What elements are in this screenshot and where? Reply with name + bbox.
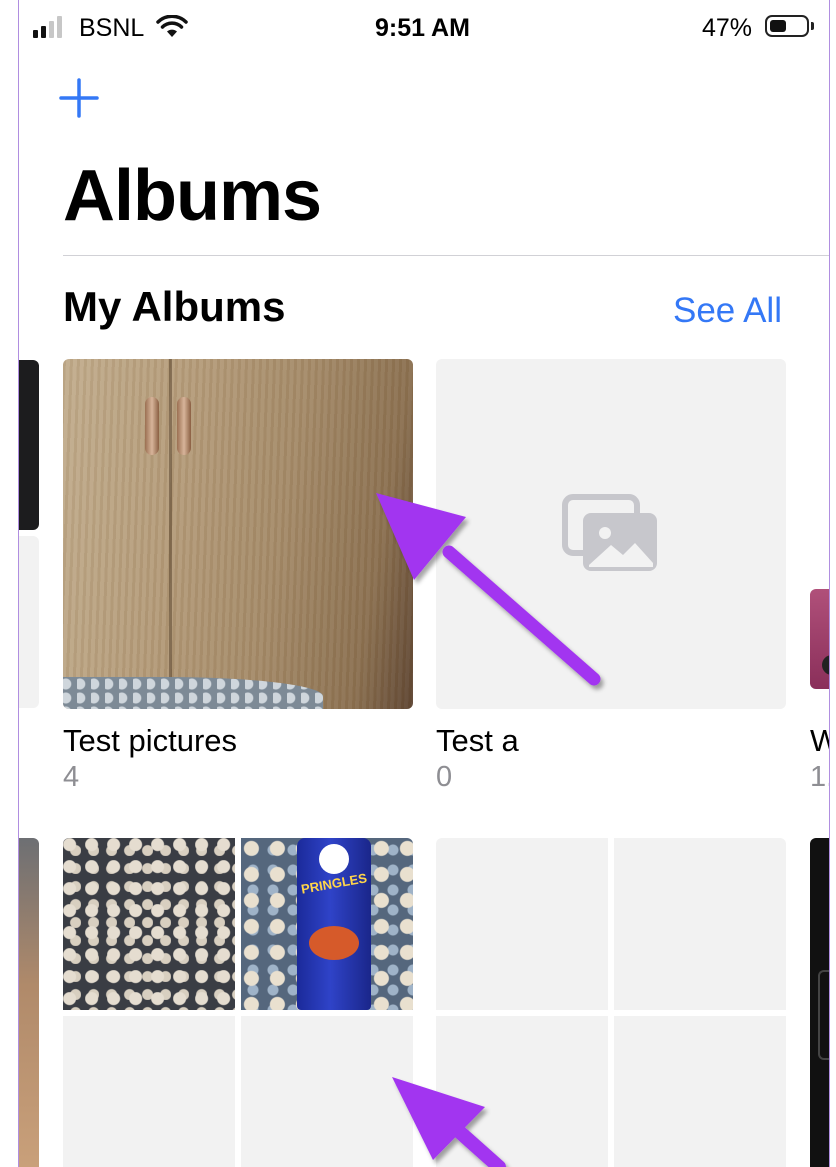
battery-percentage: 47% (702, 14, 753, 42)
grid-photo-1 (63, 838, 235, 1010)
album-count: 1, (810, 761, 829, 789)
grid-empty-1 (436, 838, 608, 1010)
floor-rug (63, 677, 323, 709)
album-card-row2-grid-a[interactable]: PRINGLES (63, 838, 413, 1167)
battery-nub (811, 22, 814, 30)
partial-album-thumbnail-left[interactable] (19, 360, 39, 530)
album-count: 0 (436, 761, 453, 793)
plus-icon[interactable] (59, 78, 99, 118)
see-all-link[interactable]: See All (673, 291, 782, 331)
grid-empty-4 (241, 1016, 413, 1167)
album-name: Test pictures (63, 723, 238, 758)
status-time: 9:51 AM (375, 14, 470, 42)
album-count: 4 (63, 761, 80, 793)
album-name: W (810, 723, 829, 759)
signal-icon (33, 16, 62, 38)
chips-can: PRINGLES (297, 838, 371, 1010)
photos-stack-icon (562, 494, 657, 571)
partial-album-thumbnail-left-row2[interactable] (19, 838, 39, 1167)
grid-photo-2: PRINGLES (241, 838, 413, 1010)
album-name: Test a (436, 723, 519, 758)
battery-icon (765, 15, 809, 37)
partial-album-thumbnail-right-row2[interactable] (810, 838, 829, 1167)
phone-screen: BSNL 9:51 AM 47% Albums My Albums See Al… (18, 0, 830, 1167)
grid-empty-2 (614, 838, 786, 1010)
carrier-name: BSNL (79, 14, 145, 42)
grid-empty-3 (63, 1016, 235, 1167)
divider (63, 255, 829, 256)
album-card-test-a[interactable]: Test a 0 (436, 359, 786, 793)
cabinet-seam (169, 359, 172, 709)
album-card-test-pictures[interactable]: Test pictures 4 (63, 359, 413, 793)
partial-album-thumbnail-left-empty (19, 536, 39, 708)
album-card-row2-grid-b[interactable] (436, 838, 786, 1167)
grid-empty-3 (436, 1016, 608, 1167)
status-bar: BSNL 9:51 AM 47% (19, 0, 829, 58)
album-cover-photo (810, 589, 829, 689)
grid-empty-4 (614, 1016, 786, 1167)
album-empty-placeholder (436, 359, 786, 709)
section-title-my-albums: My Albums (63, 283, 286, 330)
page-title: Albums (63, 156, 322, 236)
cabinet-handle-left (145, 397, 159, 455)
cabinet-handle-right (177, 397, 191, 455)
wifi-icon (156, 15, 188, 37)
album-cover-photo (63, 359, 413, 709)
album-card-partial-right[interactable]: W 1, (810, 359, 829, 789)
